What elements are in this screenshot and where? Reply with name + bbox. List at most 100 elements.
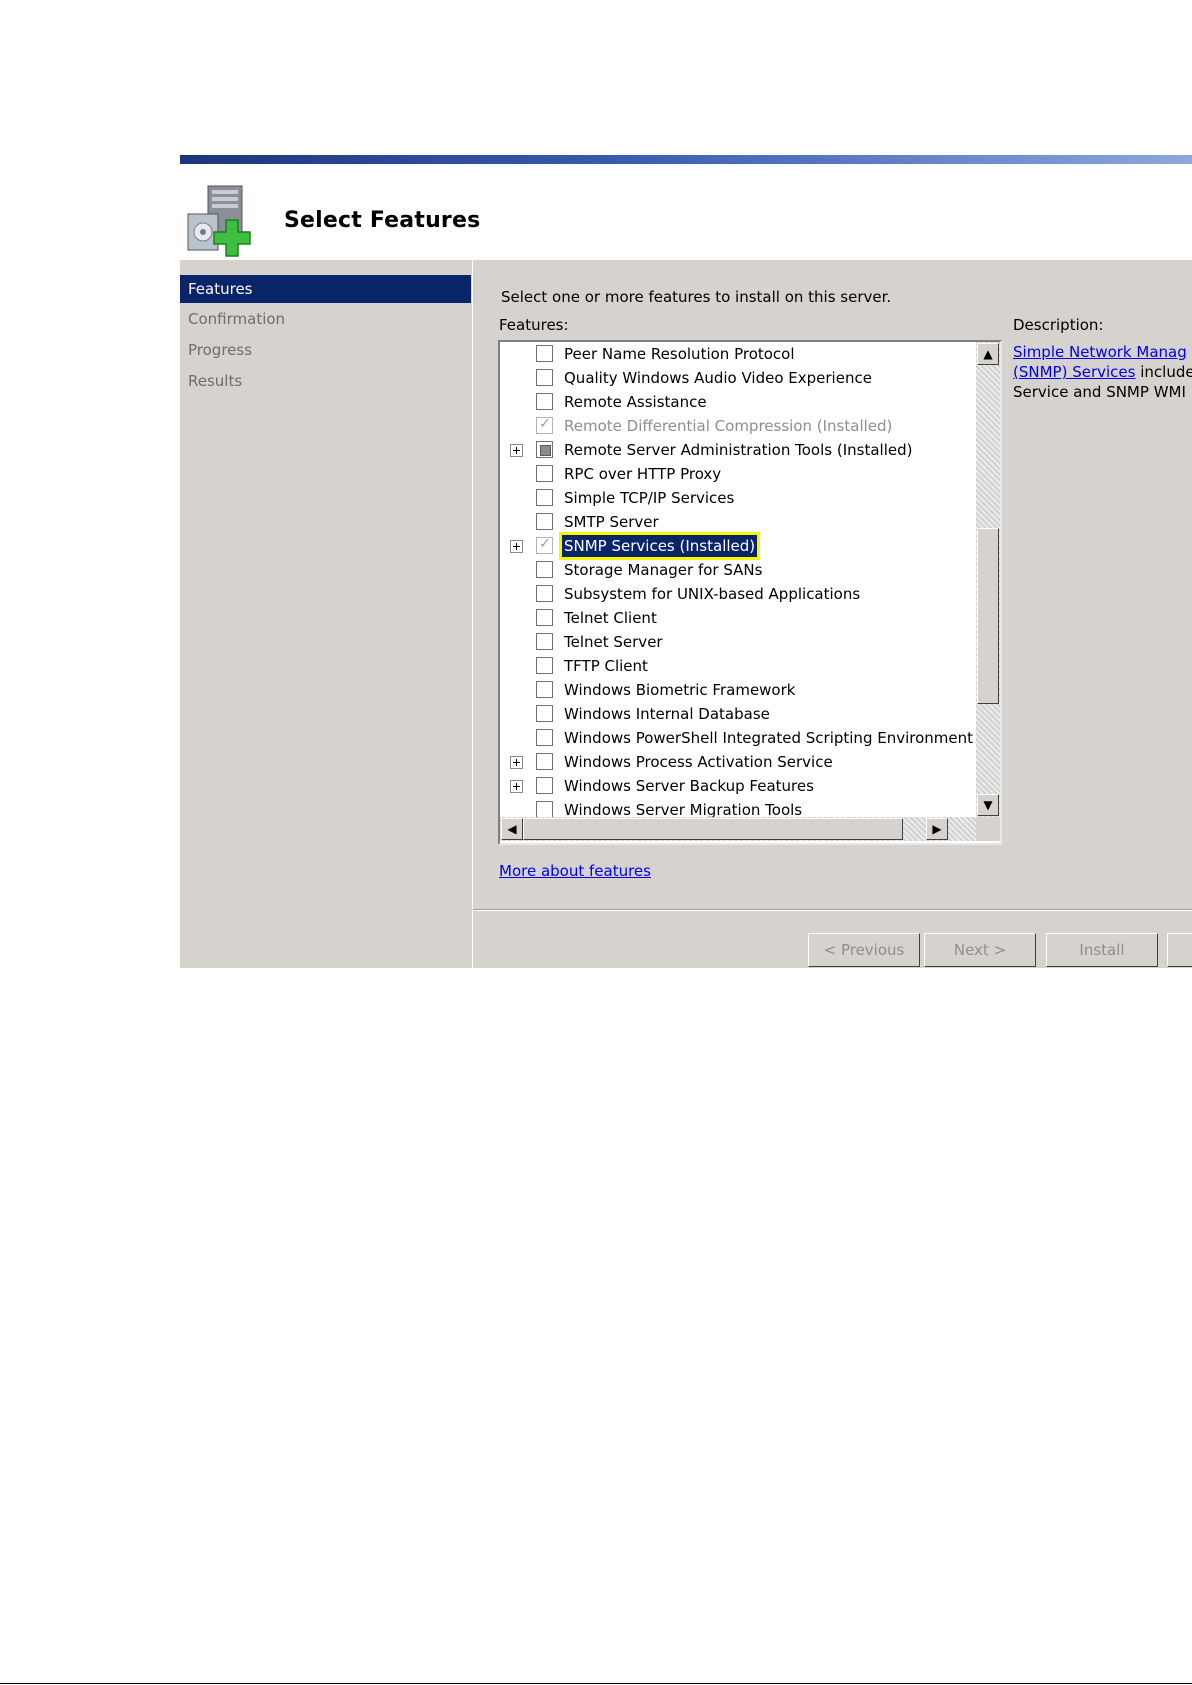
features-label: Features: <box>499 316 569 334</box>
feature-label: Peer Name Resolution Protocol <box>564 345 795 363</box>
feature-row[interactable]: TFTP Client <box>500 654 976 678</box>
nav-item-progress[interactable]: Progress <box>180 336 471 364</box>
expand-icon[interactable] <box>510 444 523 457</box>
feature-row[interactable]: Remote Differential Compression (Install… <box>500 414 976 438</box>
page-title: Select Features <box>284 208 481 233</box>
feature-label: Windows PowerShell Integrated Scripting … <box>564 729 976 747</box>
feature-checkbox[interactable] <box>536 345 553 362</box>
feature-checkbox[interactable] <box>536 777 553 794</box>
feature-checkbox[interactable] <box>536 753 553 770</box>
feature-checkbox[interactable] <box>536 369 553 386</box>
description-label: Description: <box>1013 316 1104 334</box>
feature-label: Quality Windows Audio Video Experience <box>564 369 872 387</box>
cancel-button-partial[interactable] <box>1167 933 1192 967</box>
feature-checkbox[interactable] <box>536 585 553 602</box>
wizard-header: Select Features <box>180 164 1192 260</box>
feature-row[interactable]: Telnet Server <box>500 630 976 654</box>
nav-item-results[interactable]: Results <box>180 367 471 395</box>
feature-label: Windows Server Migration Tools <box>564 801 803 817</box>
feature-label: TFTP Client <box>564 657 648 675</box>
wizard-nav: Features Confirmation Progress Results <box>180 260 472 968</box>
feature-row[interactable]: Remote Assistance <box>500 390 976 414</box>
feature-label: Storage Manager for SANs <box>564 561 763 579</box>
feature-label: Simple TCP/IP Services <box>564 489 735 507</box>
wizard-window: Select Features Features Confirmation Pr… <box>180 153 1192 968</box>
feature-row[interactable]: Windows Server Backup Features <box>500 774 976 798</box>
description-link-continued[interactable]: (SNMP) Services <box>1013 363 1135 381</box>
feature-label: Telnet Server <box>564 633 663 651</box>
description-text: Simple Network Manag (SNMP) Services inc… <box>1013 342 1192 402</box>
next-button[interactable]: Next > <box>924 933 1036 967</box>
scroll-up-button[interactable]: ▲ <box>977 343 999 365</box>
feature-label: SNMP Services (Installed) <box>562 535 758 557</box>
feature-checkbox[interactable] <box>536 465 553 482</box>
feature-label: Subsystem for UNIX-based Applications <box>564 585 861 603</box>
description-link[interactable]: Simple Network Manag <box>1013 343 1187 361</box>
feature-label: Windows Biometric Framework <box>564 681 796 699</box>
expand-icon[interactable] <box>510 756 523 769</box>
feature-checkbox[interactable] <box>536 729 553 746</box>
feature-checkbox[interactable] <box>536 561 553 578</box>
feature-checkbox[interactable] <box>536 441 553 458</box>
feature-label: Windows Internal Database <box>564 705 770 723</box>
install-button[interactable]: Install <box>1046 933 1158 967</box>
feature-row[interactable]: Subsystem for UNIX-based Applications <box>500 582 976 606</box>
feature-checkbox[interactable] <box>536 416 553 434</box>
feature-checkbox[interactable] <box>536 609 553 626</box>
nav-item-features[interactable]: Features <box>180 275 471 303</box>
feature-row[interactable]: Windows Server Migration Tools <box>500 798 976 817</box>
feature-row[interactable]: Remote Server Administration Tools (Inst… <box>500 438 976 462</box>
feature-checkbox[interactable] <box>536 633 553 650</box>
feature-row[interactable]: Windows Internal Database <box>500 702 976 726</box>
features-tree-viewport: Peer Name Resolution Protocol Quality Win… <box>500 342 976 817</box>
feature-row[interactable]: Windows Biometric Framework <box>500 678 976 702</box>
expand-icon[interactable] <box>510 540 523 553</box>
more-about-features-link[interactable]: More about features <box>499 862 651 880</box>
feature-checkbox[interactable] <box>536 393 553 410</box>
feature-checkbox[interactable] <box>536 801 553 817</box>
feature-label: Remote Server Administration Tools (Inst… <box>564 441 913 459</box>
description-text-tail: include <box>1135 363 1192 381</box>
feature-row[interactable]: Quality Windows Audio Video Experience <box>500 366 976 390</box>
horizontal-scroll-thumb[interactable] <box>523 818 903 840</box>
feature-checkbox[interactable] <box>536 681 553 698</box>
feature-row[interactable]: Simple TCP/IP Services <box>500 486 976 510</box>
feature-label: Remote Differential Compression (Install… <box>564 417 893 435</box>
feature-label: Windows Process Activation Service <box>564 753 833 771</box>
feature-label: SMTP Server <box>564 513 659 531</box>
feature-label: RPC over HTTP Proxy <box>564 465 722 483</box>
feature-checkbox[interactable] <box>536 513 553 530</box>
expand-icon[interactable] <box>510 780 523 793</box>
title-gradient-bar <box>180 155 1192 164</box>
vertical-scrollbar[interactable]: ▲ ▼ <box>976 342 1000 817</box>
scroll-left-button[interactable]: ◀ <box>501 818 523 840</box>
feature-label: Telnet Client <box>564 609 657 627</box>
server-add-feature-icon <box>187 185 251 257</box>
features-tree[interactable]: Peer Name Resolution Protocol Quality Win… <box>498 340 1002 845</box>
page-bottom-rule <box>0 1683 1192 1684</box>
feature-row[interactable]: SNMP Services (Installed) <box>500 534 976 558</box>
feature-row[interactable]: Telnet Client <box>500 606 976 630</box>
feature-checkbox[interactable] <box>536 536 553 554</box>
vertical-scroll-thumb[interactable] <box>977 528 999 704</box>
scroll-right-button[interactable]: ▶ <box>926 818 948 840</box>
wizard-content: Select one or more features to install o… <box>473 260 1192 968</box>
feature-row[interactable]: Peer Name Resolution Protocol <box>500 342 976 366</box>
feature-row[interactable]: Storage Manager for SANs <box>500 558 976 582</box>
scroll-down-button[interactable]: ▼ <box>977 794 999 816</box>
nav-item-confirmation[interactable]: Confirmation <box>180 305 471 333</box>
feature-checkbox[interactable] <box>536 489 553 506</box>
feature-row[interactable]: Windows Process Activation Service <box>500 750 976 774</box>
feature-row[interactable]: Windows PowerShell Integrated Scripting … <box>500 726 976 750</box>
horizontal-scrollbar[interactable]: ◀ ▶ <box>500 817 976 841</box>
feature-row[interactable]: RPC over HTTP Proxy <box>500 462 976 486</box>
button-divider <box>473 909 1192 911</box>
feature-checkbox[interactable] <box>536 657 553 674</box>
feature-checkbox[interactable] <box>536 705 553 722</box>
feature-label: Remote Assistance <box>564 393 707 411</box>
feature-row[interactable]: SMTP Server <box>500 510 976 534</box>
instruction-text: Select one or more features to install o… <box>501 288 892 306</box>
previous-button[interactable]: < Previous <box>808 933 920 967</box>
feature-label: Windows Server Backup Features <box>564 777 814 795</box>
scrollbar-corner <box>976 817 1000 841</box>
